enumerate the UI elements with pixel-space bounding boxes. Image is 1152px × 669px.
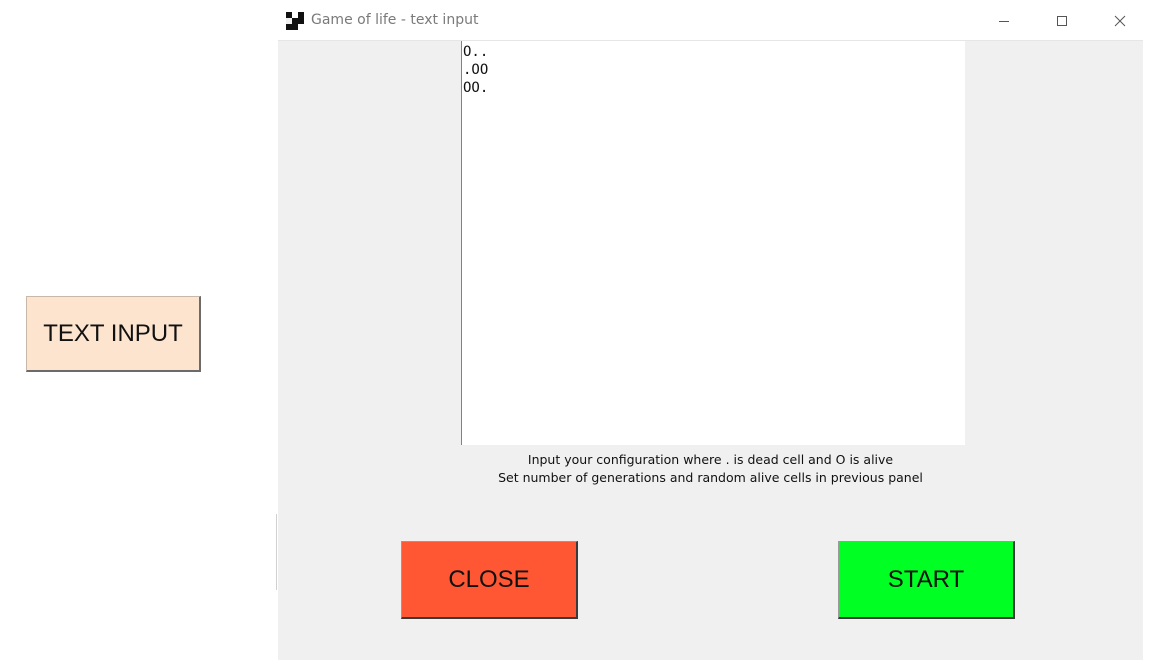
maximize-button[interactable] — [1039, 0, 1085, 41]
minimize-icon — [998, 15, 1010, 27]
config-text-area[interactable]: O.. .OO OO. — [462, 41, 965, 445]
maximize-icon — [1056, 15, 1068, 27]
config-text-area-frame: O.. .OO OO. — [461, 41, 965, 445]
checkerboard-icon — [286, 12, 304, 30]
minimize-button[interactable] — [981, 0, 1027, 41]
instruction-line-1: Input your configuration where . is dead… — [527, 452, 894, 467]
close-icon — [1114, 15, 1126, 27]
desktop: TEXT INPUT Game of life - text input O..… — [0, 0, 1152, 669]
instruction-line-2: Set number of generations and random ali… — [498, 470, 923, 485]
window-title: Game of life - text input — [311, 12, 479, 28]
title-bar[interactable]: Game of life - text input — [278, 0, 1143, 41]
game-of-life-text-input-window: Game of life - text input O.. .OO OO. In… — [278, 0, 1143, 660]
divider — [276, 514, 277, 590]
start-button[interactable]: START — [838, 541, 1015, 619]
close-button[interactable]: CLOSE — [401, 541, 578, 619]
window-close-button[interactable] — [1097, 0, 1143, 41]
instructions: Input your configuration where . is dead… — [278, 451, 1143, 487]
text-input-button[interactable]: TEXT INPUT — [26, 296, 201, 372]
